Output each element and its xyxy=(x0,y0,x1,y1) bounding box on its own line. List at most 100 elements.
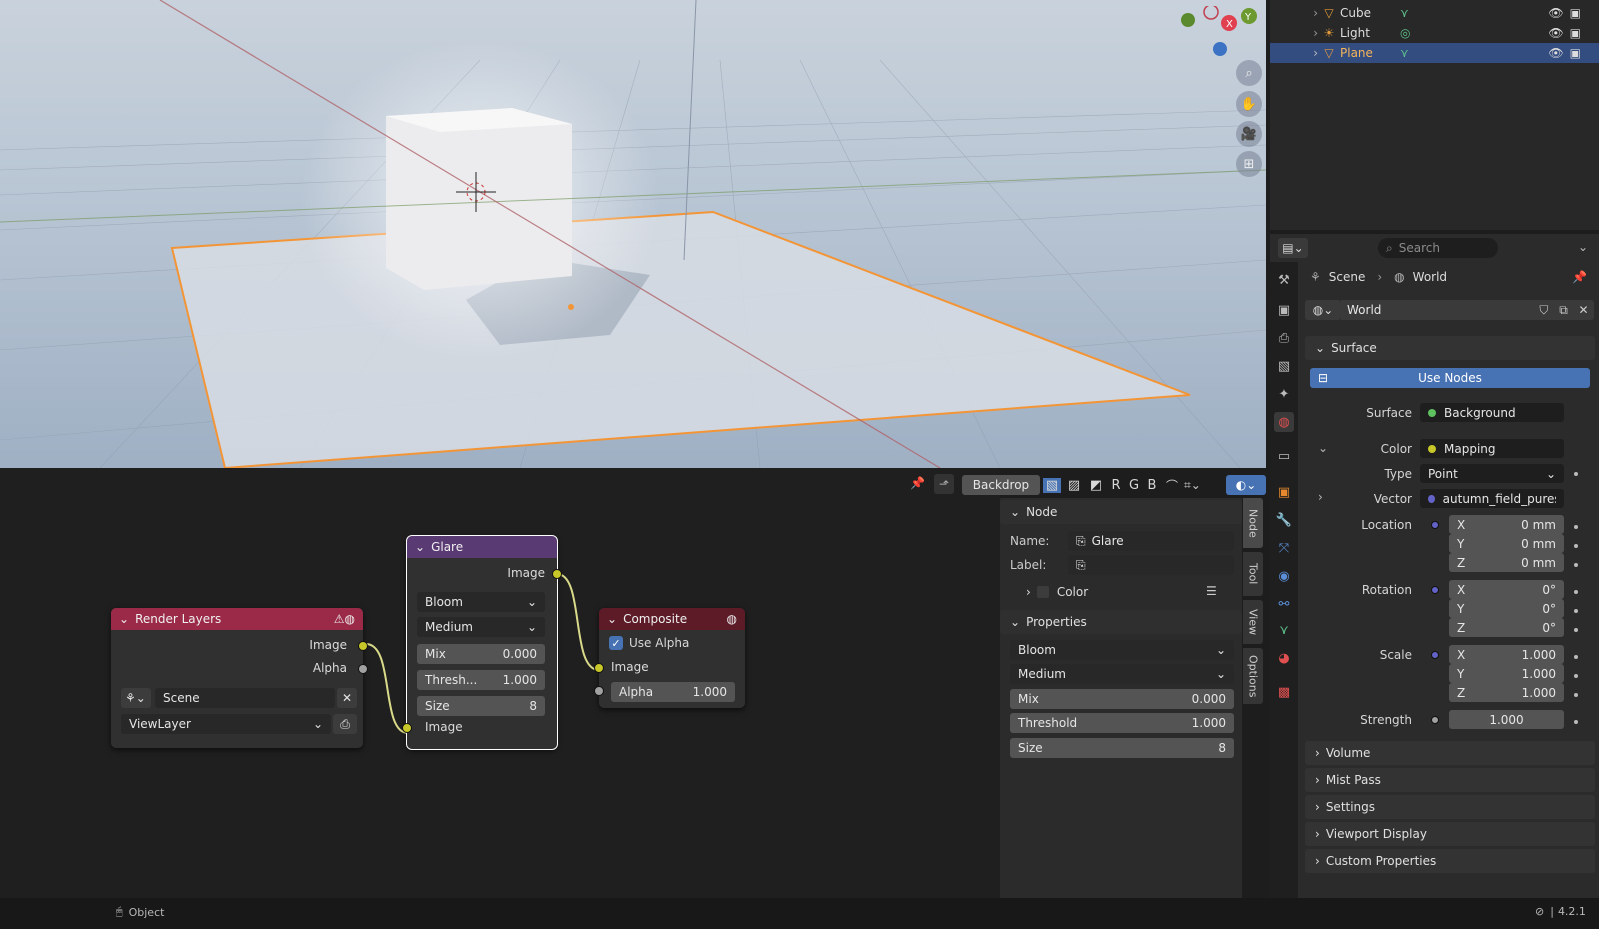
outliner-row-light[interactable]: › ☀ Light ◎ 👁▣ xyxy=(1270,23,1599,43)
chevron-down-icon[interactable]: ⌄ xyxy=(119,612,129,626)
rotation-x-field[interactable]: X 0° xyxy=(1449,580,1564,599)
list-icon[interactable]: ☰ xyxy=(1206,584,1217,598)
alpha-icon[interactable]: ◩ xyxy=(1087,478,1105,493)
animate-dot[interactable] xyxy=(1574,628,1578,632)
image-input-socket[interactable] xyxy=(594,663,604,673)
node-label-field[interactable]: ⎘ xyxy=(1068,555,1234,575)
color-icon[interactable]: ▨ xyxy=(1065,478,1083,493)
animate-dot[interactable] xyxy=(1574,472,1578,476)
color-input-field[interactable]: Mapping xyxy=(1420,439,1564,458)
viewport-display-panel-header[interactable]: › Viewport Display xyxy=(1305,822,1595,846)
perspective-grid-icon[interactable]: ⊞ xyxy=(1236,151,1262,177)
data-tab-icon[interactable]: ⋎ xyxy=(1274,620,1294,640)
physics-tab-icon[interactable]: ◉ xyxy=(1274,566,1294,586)
visibility-icons[interactable]: 👁▣ xyxy=(1548,6,1587,20)
scene-field[interactable]: Scene xyxy=(155,688,335,708)
breadcrumb-world[interactable]: World xyxy=(1413,270,1447,284)
settings-panel-header[interactable]: › Settings xyxy=(1305,795,1595,819)
animate-dot[interactable] xyxy=(1574,609,1578,613)
use-alpha-checkbox[interactable]: ✓ Use Alpha xyxy=(609,636,689,650)
output-tab-icon[interactable]: ⎙ xyxy=(1274,328,1294,348)
constraints-tab-icon[interactable]: ⚯ xyxy=(1274,594,1294,614)
animate-dot[interactable] xyxy=(1574,693,1578,697)
composite-header[interactable]: ⌄ Composite ◍ xyxy=(599,608,745,630)
glare-node[interactable]: ⌄ Glare Image Bloom ⌄ Medium ⌄ Mix 0.000 Th… xyxy=(402,535,562,750)
location-x-field[interactable]: X0 mm xyxy=(1449,515,1564,534)
custom-properties-panel-header[interactable]: › Custom Properties xyxy=(1305,849,1595,873)
backdrop-toggle[interactable]: Backdrop xyxy=(962,475,1040,495)
scale-x-field[interactable]: X 1.000 xyxy=(1449,645,1564,664)
glare-type-dropdown[interactable]: Bloom ⌄ xyxy=(417,592,545,612)
node-name-field[interactable]: ⎘ Glare xyxy=(1068,531,1234,551)
composite-node[interactable]: ⌄ Composite ◍ ✓ Use Alpha Image Alpha 1.0… xyxy=(594,608,745,708)
expand-icon[interactable]: › xyxy=(1270,26,1318,40)
glare-mix-field[interactable]: Mix 0.000 xyxy=(417,644,545,664)
location-y-field[interactable]: Y0 mm xyxy=(1449,534,1564,553)
collection-tab-icon[interactable]: ▭ xyxy=(1274,446,1294,466)
location-z-field[interactable]: Z0 mm xyxy=(1449,553,1564,572)
duplicate-icon[interactable]: ⧉ xyxy=(1559,303,1568,318)
breadcrumb-scene[interactable]: Scene xyxy=(1329,270,1366,284)
animate-dot[interactable] xyxy=(1574,674,1578,678)
type-dropdown[interactable]: Point ⌄ xyxy=(1420,464,1564,483)
properties-panel-header[interactable]: ⌄ Properties xyxy=(1000,610,1242,634)
volume-panel-header[interactable]: › Volume xyxy=(1305,741,1595,765)
glare-header[interactable]: ⌄ Glare xyxy=(407,536,557,558)
navigation-gizmo[interactable]: X Y xyxy=(1178,6,1258,62)
texture-tab-icon[interactable]: ▩ xyxy=(1274,682,1294,702)
zoom-icon[interactable]: ⌕ xyxy=(1236,60,1262,86)
fake-user-icon[interactable]: ⛉ xyxy=(1539,303,1548,318)
object-tab-icon[interactable]: ▣ xyxy=(1274,482,1294,502)
pin-icon[interactable]: 📌 xyxy=(910,476,925,490)
particles-tab-icon[interactable]: ⤧ xyxy=(1274,538,1294,558)
size-field[interactable]: Size 8 xyxy=(1010,738,1234,758)
tool-tab-icon[interactable]: ⚒ xyxy=(1274,270,1294,290)
properties-tabs[interactable]: ⚒ ▣ ⎙ ▧ ✦ ◍ ▭ ▣ 🔧 ⤧ ◉ ⚯ ⋎ ◕ ▩ xyxy=(1270,262,1298,898)
view-layer-dropdown[interactable]: ViewLayer ⌄ xyxy=(121,714,331,734)
close-icon[interactable]: ✕ xyxy=(1579,303,1589,317)
animate-dot[interactable] xyxy=(1574,720,1578,724)
channel-r-toggle[interactable]: R xyxy=(1109,478,1123,493)
surface-panel-header[interactable]: ⌄ Surface xyxy=(1305,336,1595,360)
node-panel-header[interactable]: ⌄ Node xyxy=(1000,500,1242,524)
tab-node[interactable]: Node xyxy=(1243,498,1263,548)
pin-icon[interactable]: 📌 xyxy=(1572,270,1587,284)
glare-quality-dropdown[interactable]: Medium ⌄ xyxy=(1010,664,1234,684)
surface-shader-field[interactable]: Background xyxy=(1420,403,1564,422)
animate-dot[interactable] xyxy=(1574,590,1578,594)
overlays-toggle[interactable]: ◐⌄ xyxy=(1226,475,1266,495)
channel-g-toggle[interactable]: G xyxy=(1127,478,1141,493)
color-checkbox[interactable] xyxy=(1036,586,1049,598)
modifier-tab-icon[interactable]: 🔧 xyxy=(1274,510,1294,530)
alpha-output-socket[interactable] xyxy=(358,664,368,674)
vector-input-field[interactable]: autumn_field_puresk... xyxy=(1420,489,1564,508)
strength-field[interactable]: 1.000 xyxy=(1449,710,1564,729)
material-tab-icon[interactable]: ◕ xyxy=(1274,648,1294,668)
snap-grid-icon[interactable]: ⌗⌄ xyxy=(1184,478,1201,493)
options-dropdown-icon[interactable]: ⌄ xyxy=(1578,240,1588,254)
image-input-socket[interactable] xyxy=(402,723,412,733)
alpha-value-field[interactable]: Alpha 1.000 xyxy=(611,682,735,702)
checkmark-icon[interactable]: ✓ xyxy=(609,636,623,650)
render-layer-icon[interactable]: ⎙ xyxy=(333,714,357,734)
world-name-field[interactable]: World xyxy=(1341,300,1534,320)
glare-threshold-field[interactable]: Thresh... 1.000 xyxy=(417,670,545,690)
rotation-z-field[interactable]: Z 0° xyxy=(1449,618,1564,637)
glare-quality-dropdown[interactable]: Medium ⌄ xyxy=(417,617,545,637)
alpha-input-socket[interactable] xyxy=(594,686,604,696)
outliner-row-plane[interactable]: › ▽ Plane ⋎ 👁▣ xyxy=(1270,43,1599,63)
tab-options[interactable]: Options xyxy=(1243,648,1263,704)
scale-y-field[interactable]: Y 1.000 xyxy=(1449,664,1564,683)
tab-view[interactable]: View xyxy=(1243,600,1263,644)
channel-b-toggle[interactable]: B xyxy=(1145,478,1159,493)
visibility-icons[interactable]: 👁▣ xyxy=(1548,46,1587,60)
3d-viewport[interactable]: X Y ⌕ ✋ 🎥 ⊞ xyxy=(0,0,1266,468)
datablock-actions[interactable]: ⛉ ⧉ ✕ xyxy=(1534,300,1594,320)
world-browse-icon[interactable]: ◍⌄ xyxy=(1305,300,1341,320)
view-layer-tab-icon[interactable]: ▧ xyxy=(1274,356,1294,376)
scale-z-field[interactable]: Z 1.000 xyxy=(1449,683,1564,702)
render-layers-node[interactable]: ⌄ Render Layers ⚠◍ Image Alpha ⚘⌄ Scene … xyxy=(111,608,368,748)
visibility-icons[interactable]: 👁▣ xyxy=(1548,26,1587,40)
render-tab-icon[interactable]: ▣ xyxy=(1274,300,1294,320)
color-alpha-icon[interactable]: ▧ xyxy=(1043,477,1061,493)
